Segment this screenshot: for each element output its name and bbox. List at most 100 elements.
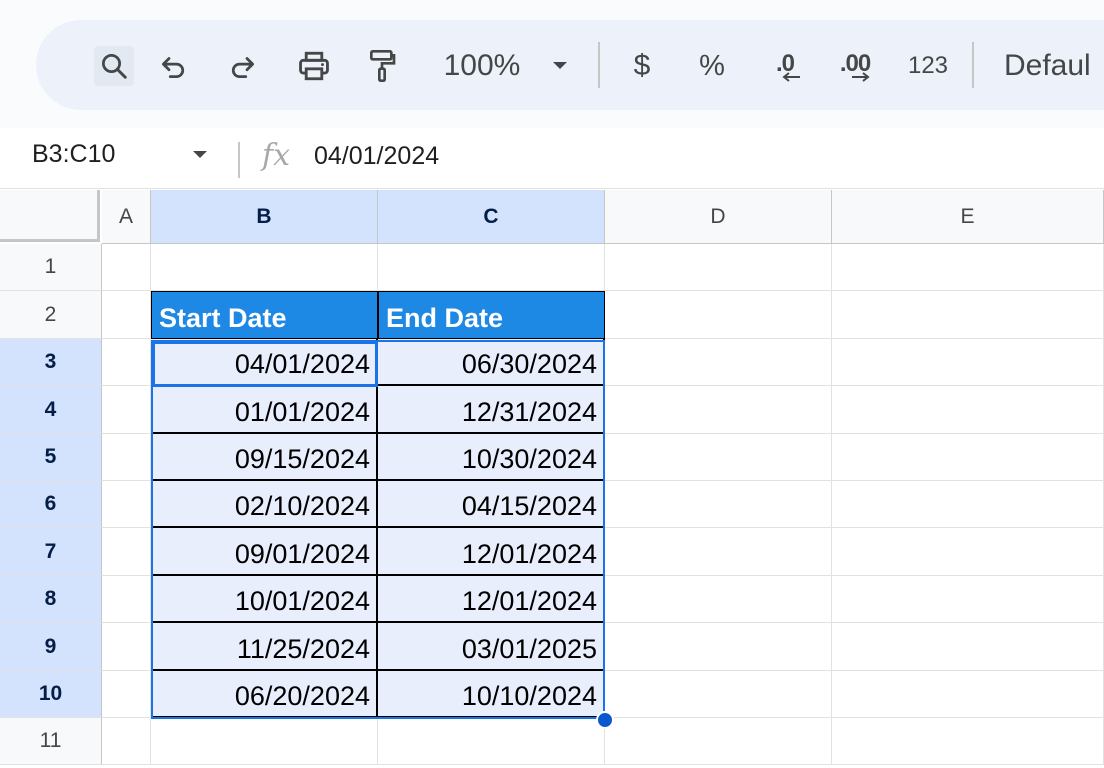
column-header-c[interactable]: C [378, 190, 605, 244]
cell-a10[interactable] [102, 671, 151, 718]
redo-icon [231, 57, 254, 78]
cell-d7[interactable] [605, 528, 832, 576]
cell-a2[interactable] [102, 291, 151, 339]
table-header-cell[interactable]: Start Date [151, 291, 378, 339]
column-header-a[interactable]: A [102, 190, 151, 244]
format-percent-button[interactable]: % [692, 49, 732, 83]
table-cell[interactable]: 09/01/2024 [151, 528, 378, 576]
more-formats-button[interactable]: 123 [902, 49, 954, 83]
row-header-11[interactable]: 11 [0, 718, 102, 765]
cell-d6[interactable] [605, 481, 832, 528]
cell-a9[interactable] [102, 623, 151, 671]
name-box[interactable]: B3:C10 [32, 140, 115, 169]
table-header-cell[interactable]: End Date [378, 291, 605, 339]
cell-d10[interactable] [605, 671, 832, 718]
table-cell[interactable]: 12/01/2024 [378, 528, 605, 576]
paint-format-button[interactable] [362, 49, 402, 83]
row-header-7[interactable]: 7 [0, 528, 102, 576]
table-cell[interactable]: 10/10/2024 [378, 671, 605, 718]
decrease-decimal-button[interactable]: .0 [762, 49, 808, 83]
formula-bar: B3:C10 fx 04/01/2024 [0, 128, 1104, 189]
zoom-dropdown-button[interactable] [546, 49, 574, 83]
table-cell[interactable]: 03/01/2025 [378, 623, 605, 671]
table-cell[interactable]: 10/01/2024 [151, 576, 378, 623]
column-header-b[interactable]: B [151, 190, 378, 244]
cell-a8[interactable] [102, 576, 151, 623]
cell-e7[interactable] [832, 528, 1104, 576]
row-header-9[interactable]: 9 [0, 623, 102, 671]
table-cell[interactable]: 12/01/2024 [378, 576, 605, 623]
column-header-d[interactable]: D [605, 190, 832, 244]
cell-e6[interactable] [832, 481, 1104, 528]
increase-decimal-button[interactable]: .00 [832, 49, 878, 83]
row-header-2[interactable]: 2 [0, 291, 102, 339]
row-header-3[interactable]: 3 [0, 339, 102, 386]
table-cell[interactable]: 06/30/2024 [378, 339, 605, 386]
paint-format-icon [370, 49, 396, 82]
cell-e11[interactable] [832, 718, 1104, 765]
table-cell[interactable]: 06/20/2024 [151, 671, 378, 718]
cell-c1[interactable] [378, 244, 605, 291]
fill-handle[interactable] [596, 711, 614, 729]
chevron-down-icon [193, 151, 207, 158]
cell-d5[interactable] [605, 434, 832, 481]
toolbar-divider [972, 42, 974, 88]
row-header-5[interactable]: 5 [0, 434, 102, 481]
table-cell[interactable]: 11/25/2024 [151, 623, 378, 671]
table-cell[interactable]: 04/01/2024 [151, 339, 378, 386]
cell-d11[interactable] [605, 718, 832, 765]
cell-d4[interactable] [605, 386, 832, 434]
cell-a5[interactable] [102, 434, 151, 481]
cell-e10[interactable] [832, 671, 1104, 718]
print-icon [299, 51, 329, 81]
toolbar-divider [598, 42, 600, 88]
cell-a6[interactable] [102, 481, 151, 528]
format-currency-button[interactable]: $ [624, 49, 660, 83]
table-cell[interactable]: 01/01/2024 [151, 386, 378, 434]
cell-b1[interactable] [151, 244, 378, 291]
name-box-dropdown[interactable] [190, 148, 210, 166]
cell-d9[interactable] [605, 623, 832, 671]
cell-a7[interactable] [102, 528, 151, 576]
cell-e3[interactable] [832, 339, 1104, 386]
column-header-e[interactable]: E [832, 190, 1104, 244]
table-cell[interactable]: 10/30/2024 [378, 434, 605, 481]
undo-button[interactable] [154, 49, 194, 83]
arrow-left-icon [782, 72, 800, 82]
row-header-1[interactable]: 1 [0, 244, 102, 291]
formula-bar-divider [238, 142, 240, 178]
cell-d8[interactable] [605, 576, 832, 623]
select-all-corner[interactable] [0, 190, 100, 242]
row-header-6[interactable]: 6 [0, 481, 102, 528]
cell-a3[interactable] [102, 339, 151, 386]
table-cell[interactable]: 12/31/2024 [378, 386, 605, 434]
search-menus-button[interactable] [94, 46, 134, 86]
row-header-8[interactable]: 8 [0, 576, 102, 623]
cell-e2[interactable] [832, 291, 1104, 339]
cell-e1[interactable] [832, 244, 1104, 291]
formula-input[interactable]: 04/01/2024 [314, 142, 439, 171]
zoom-value[interactable]: 100% [436, 49, 528, 83]
cell-c11[interactable] [378, 718, 605, 765]
table-cell[interactable]: 02/10/2024 [151, 481, 378, 528]
cell-e8[interactable] [832, 576, 1104, 623]
cell-e4[interactable] [832, 386, 1104, 434]
row-header-10[interactable]: 10 [0, 671, 102, 718]
cell-d3[interactable] [605, 339, 832, 386]
print-button[interactable] [292, 49, 336, 83]
cell-d1[interactable] [605, 244, 832, 291]
toolbar-area: 100% $ % .0 .00 123 Defaul [0, 0, 1104, 128]
cell-b11[interactable] [151, 718, 378, 765]
redo-button[interactable] [222, 49, 262, 83]
cell-e9[interactable] [832, 623, 1104, 671]
cell-e5[interactable] [832, 434, 1104, 481]
cell-d2[interactable] [605, 291, 832, 339]
cell-a11[interactable] [102, 718, 151, 765]
font-family-select[interactable]: Defaul [1004, 49, 1104, 83]
spreadsheet-grid: A B C D E 1 2 Start Date End Date 3 04/01/2024 06/3… [0, 190, 1104, 768]
row-header-4[interactable]: 4 [0, 386, 102, 434]
table-cell[interactable]: 09/15/2024 [151, 434, 378, 481]
cell-a4[interactable] [102, 386, 151, 434]
cell-a1[interactable] [102, 244, 151, 291]
table-cell[interactable]: 04/15/2024 [378, 481, 605, 528]
